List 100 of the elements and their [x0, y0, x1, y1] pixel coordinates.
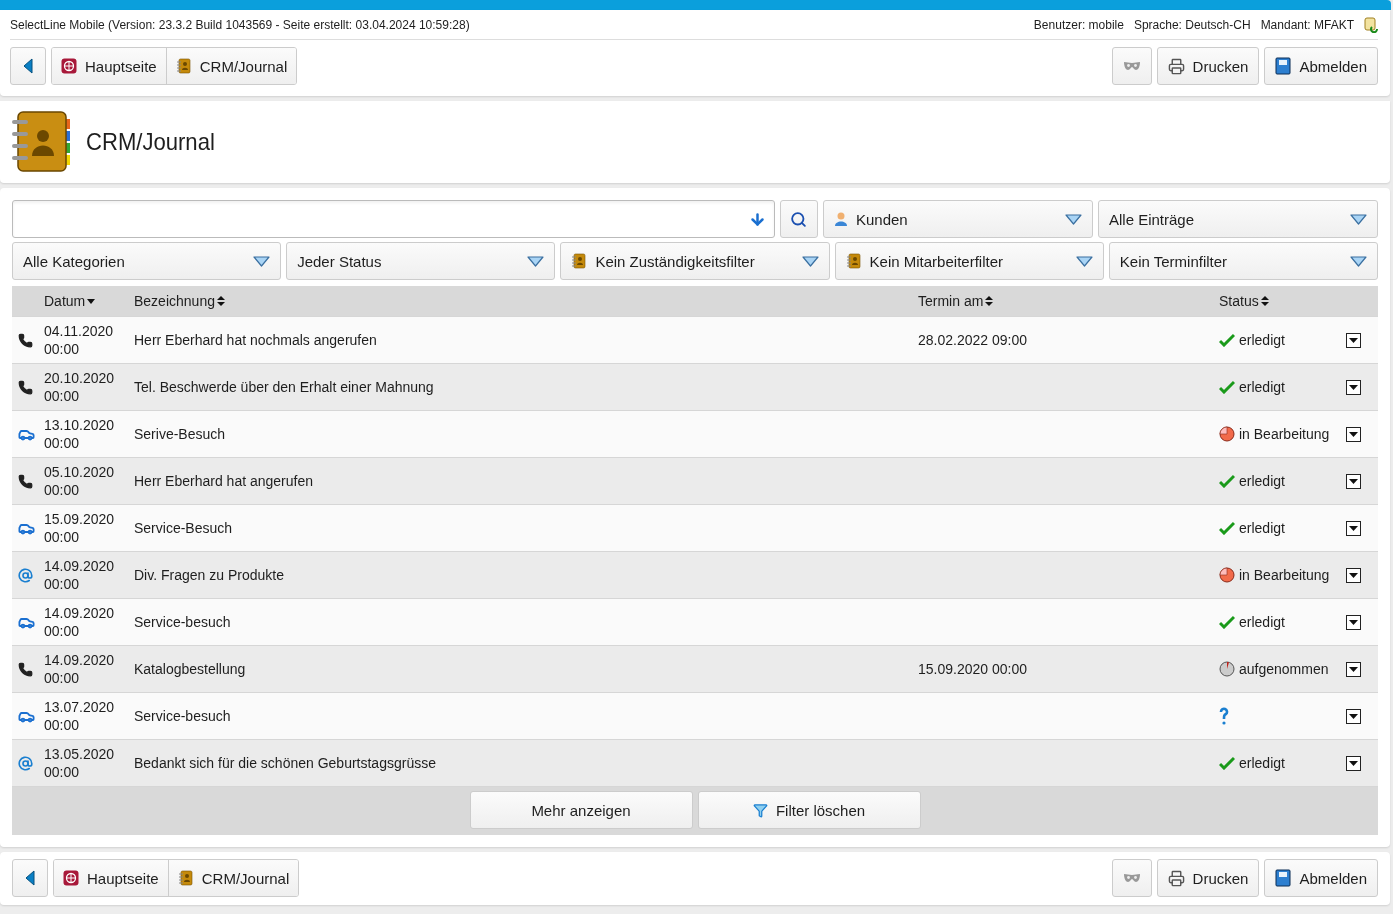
journal-row[interactable]: 15.09.2020 00:00 Service-Besuch erledigt [12, 504, 1378, 551]
appointment-cell-text: 15.09.2020 00:00 [918, 661, 1028, 677]
column-header[interactable]: Datum [44, 293, 96, 309]
row-menu-button[interactable] [1346, 473, 1361, 489]
date-cell-text: 20.10.2020 00:00 [44, 369, 116, 405]
row-menu-button[interactable] [1346, 567, 1361, 583]
date-cell-text: 05.10.2020 00:00 [44, 463, 116, 499]
breadcrumb-link[interactable]: Hauptseite [52, 48, 166, 84]
date-cell-text: 13.05.2020 00:00 [44, 745, 116, 781]
journal-row[interactable]: 13.10.2020 00:00 Serive-Besuch in Bearbeitung [12, 410, 1378, 457]
check-icon [1219, 474, 1235, 488]
row-menu-button[interactable] [1346, 614, 1361, 630]
journal-row[interactable]: 05.10.2020 00:00 Herr Eberhard hat angerufen erledigt [12, 457, 1378, 504]
dropdown-arrow-icon [1350, 255, 1367, 267]
show-more-button[interactable]: Mehr anzeigen [469, 791, 693, 829]
caret-icon [1349, 760, 1358, 766]
journal-row[interactable]: 13.07.2020 00:00 Service-besuch [12, 692, 1378, 739]
globe-icon [63, 870, 79, 886]
check-icon [1219, 756, 1235, 770]
logout-button[interactable]: Abmelden [1264, 47, 1378, 85]
dropdown-arrow-icon [1075, 255, 1093, 267]
title-cell-text: Tel. Beschwerde über den Erhalt einer Mahnung [134, 379, 435, 395]
version-info: SelectLine Mobile (Version: 23.3.2 Build 1043569 - Seite erstellt: 03.04.2024 10:59:28) [10, 17, 470, 32]
user-info: Benutzer: mobile [1033, 17, 1124, 32]
date-cell-text: 15.09.2020 00:00 [44, 510, 116, 546]
filter-dropdown[interactable]: Alle Einträge [1098, 200, 1378, 238]
dropdown-arrow-icon [1350, 213, 1367, 225]
appointment-cell-text: 28.02.2022 09:00 [918, 332, 1028, 348]
breadcrumb-link[interactable]: Hauptseite [54, 860, 168, 896]
title-cell-text: Div. Fragen zu Produkte [134, 567, 285, 583]
column-header[interactable]: Status [1219, 293, 1269, 309]
back-button[interactable] [10, 47, 46, 85]
book-icon [1275, 869, 1292, 887]
at-sign-icon [18, 567, 33, 583]
page-title: CRM/Journal [86, 128, 215, 156]
filter-dropdown[interactable]: Jeder Status [286, 242, 556, 280]
date-cell-text: 14.09.2020 00:00 [44, 557, 116, 593]
title-cell-text: Katalogbestellung [134, 661, 247, 677]
pie-icon [1219, 661, 1235, 677]
breadcrumb-link[interactable]: CRM/Journal [165, 48, 297, 84]
address-book-icon [177, 870, 194, 886]
filter-dropdown[interactable]: Kein Terminfilter [1108, 242, 1378, 280]
logout-button[interactable]: Abmelden [1264, 859, 1378, 897]
globe-icon [61, 58, 77, 74]
journal-row[interactable]: 13.05.2020 00:00 Bedankt sich für die schönen Geburtstagsgrüsse erledigt [12, 739, 1378, 786]
row-menu-button[interactable] [1346, 755, 1361, 771]
row-menu-button[interactable] [1346, 661, 1361, 677]
caret-icon [1349, 572, 1358, 578]
journal-row[interactable]: 14.09.2020 00:00 Service-besuch erledigt [12, 598, 1378, 645]
filter-dropdown[interactable]: Kein Zuständigkeitsfilter [560, 242, 830, 280]
date-cell-text: 14.09.2020 00:00 [44, 604, 116, 640]
clear-filter-button[interactable]: Filter löschen [697, 791, 921, 829]
breadcrumb-link[interactable]: CRM/Journal [167, 860, 299, 896]
address-book-icon [175, 58, 192, 74]
row-menu-button[interactable] [1346, 426, 1361, 442]
filter-dropdown[interactable]: Alle Kategorien [12, 242, 282, 280]
row-menu-button[interactable] [1346, 332, 1361, 348]
mask-icon [1122, 61, 1141, 71]
printer-icon [1167, 57, 1185, 75]
check-icon [1219, 615, 1235, 629]
status-label: in Bearbeitung [1239, 567, 1330, 583]
caret-icon [1349, 384, 1358, 390]
column-header[interactable]: Termin am [918, 293, 994, 309]
pie-icon [1219, 426, 1235, 442]
date-cell-text: 04.11.2020 00:00 [44, 322, 115, 358]
title-cell-text: Bedankt sich für die schönen Geburtstagsgrüsse [134, 755, 437, 771]
address-book-icon [845, 253, 862, 269]
row-menu-button[interactable] [1346, 520, 1361, 536]
status-label: erledigt [1239, 520, 1285, 536]
client-info: Mandant: MFAKT [1260, 17, 1354, 32]
mask-button[interactable] [1111, 859, 1152, 897]
date-cell-text: 14.09.2020 00:00 [44, 651, 116, 687]
title-cell-text: Serive-Besuch [134, 426, 227, 442]
row-menu-button[interactable] [1346, 379, 1361, 395]
title-cell-text: Service-Besuch [134, 520, 234, 536]
caret-icon [1349, 478, 1358, 484]
column-header[interactable]: Bezeichnung [134, 293, 225, 309]
status-label: erledigt [1239, 332, 1285, 348]
filter-dropdown[interactable]: Kunden [823, 200, 1093, 238]
row-menu-button[interactable] [1346, 708, 1361, 724]
journal-row[interactable]: 04.11.2020 00:00 Herr Eberhard hat nochmals angerufen 28.02.2022 09:00 erledigt [12, 316, 1378, 363]
caret-icon [1349, 619, 1358, 625]
mask-button[interactable] [1111, 47, 1152, 85]
phone-icon [18, 379, 33, 395]
search-icon [790, 210, 807, 228]
print-button[interactable]: Drucken [1156, 859, 1260, 897]
search-button[interactable] [780, 200, 818, 238]
status-label: in Bearbeitung [1239, 426, 1330, 442]
mask-icon [1122, 873, 1141, 883]
filter-icon [752, 802, 768, 818]
back-button[interactable] [12, 859, 48, 897]
journal-row[interactable]: 14.09.2020 00:00 Div. Fragen zu Produkte in Bearbeitung [12, 551, 1378, 598]
journal-row[interactable]: 20.10.2020 00:00 Tel. Beschwerde über den Erhalt einer Mahnung erledigt [12, 363, 1378, 410]
journal-row[interactable]: 14.09.2020 00:00 Katalogbestellung 15.09.2020 00:00 aufgenommen [12, 645, 1378, 692]
filter-dropdown[interactable]: Kein Mitarbeiterfilter [834, 242, 1104, 280]
search-field[interactable] [12, 200, 775, 238]
title-cell-text: Service-besuch [134, 614, 232, 630]
caret-icon [1349, 525, 1358, 531]
print-button[interactable]: Drucken [1156, 47, 1260, 85]
status-label: erledigt [1239, 614, 1285, 630]
